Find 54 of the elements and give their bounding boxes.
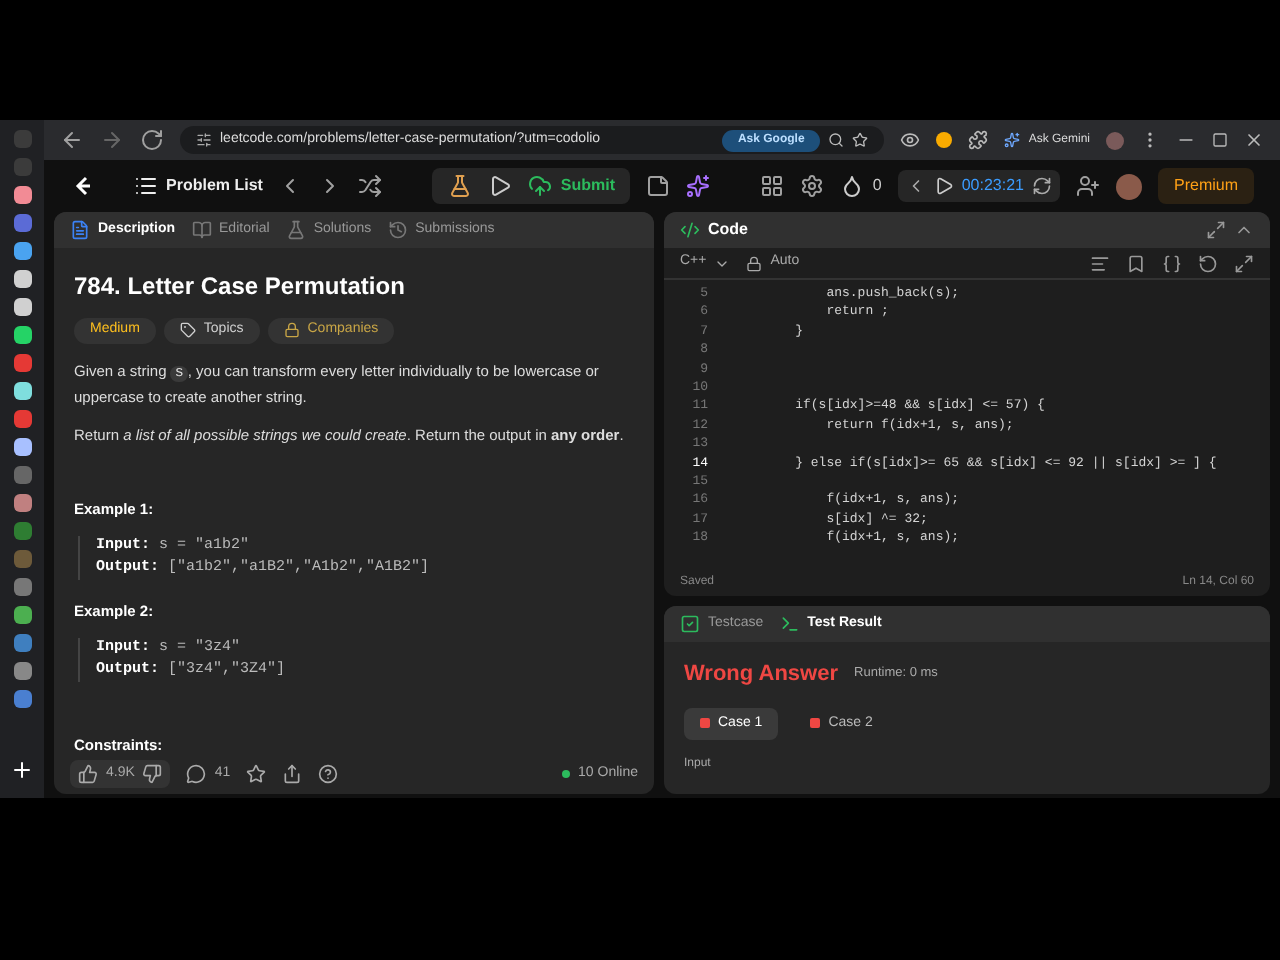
share-icon[interactable] — [282, 764, 303, 784]
star-icon[interactable] — [852, 132, 869, 148]
panel-title: Code — [708, 218, 748, 242]
close-icon[interactable] — [1244, 130, 1264, 150]
history-icon — [387, 220, 408, 240]
terminal-icon — [779, 614, 800, 634]
format-icon[interactable] — [1090, 253, 1110, 273]
lock-icon — [283, 322, 300, 339]
cloud-upload-icon — [528, 174, 553, 198]
reload-icon[interactable] — [140, 128, 164, 152]
shuffle-icon[interactable] — [358, 174, 383, 198]
problem-title: 784. Letter Case Permutation — [74, 270, 407, 304]
logo-icon[interactable] — [70, 174, 94, 198]
sparkle-icon[interactable] — [686, 174, 711, 198]
reset-icon[interactable] — [1032, 176, 1052, 196]
forward-icon[interactable] — [100, 128, 124, 152]
eye-icon[interactable] — [900, 130, 921, 150]
maximize-icon[interactable] — [1212, 132, 1228, 148]
timer-play-icon[interactable] — [933, 176, 954, 196]
sparkle-icon — [1004, 132, 1021, 148]
note-icon[interactable] — [646, 174, 671, 198]
document-icon — [70, 220, 90, 240]
code-icon — [680, 220, 700, 240]
verdict-text: Wrong Answer — [684, 660, 839, 690]
add-icon[interactable] — [10, 758, 34, 782]
help-icon[interactable] — [318, 764, 339, 784]
search-icon[interactable] — [828, 132, 845, 148]
lock-icon — [746, 255, 763, 271]
dislike-icon[interactable] — [142, 764, 163, 784]
timer-text: 00:23:21 — [961, 174, 1024, 198]
tag-icon — [179, 322, 196, 339]
puzzle-icon[interactable] — [968, 130, 989, 150]
braces-icon[interactable] — [1162, 253, 1182, 273]
streak-counter[interactable]: 0 — [840, 174, 882, 198]
reset-code-icon[interactable] — [1198, 253, 1218, 273]
back-icon[interactable] — [60, 128, 84, 152]
book-icon — [191, 220, 212, 240]
checkbox-icon — [680, 614, 700, 634]
expand-icon[interactable] — [1206, 220, 1226, 240]
fullscreen-icon[interactable] — [1234, 253, 1254, 273]
flask-icon — [285, 220, 306, 240]
thumbs-up-icon — [78, 764, 98, 784]
site-settings-icon — [196, 132, 212, 148]
debug-icon[interactable] — [448, 174, 473, 198]
alert-icon[interactable] — [936, 132, 953, 148]
run-icon[interactable] — [488, 174, 513, 198]
bookmark-icon[interactable] — [1126, 253, 1146, 273]
favorite-icon[interactable] — [246, 764, 267, 784]
layout-icon[interactable] — [760, 174, 785, 198]
premium-button[interactable]: Premium — [1158, 168, 1255, 204]
user-avatar[interactable] — [1116, 173, 1142, 199]
problem-list-button[interactable]: Problem List — [134, 174, 263, 198]
settings-icon[interactable] — [800, 174, 825, 198]
add-user-icon[interactable] — [1076, 174, 1100, 198]
